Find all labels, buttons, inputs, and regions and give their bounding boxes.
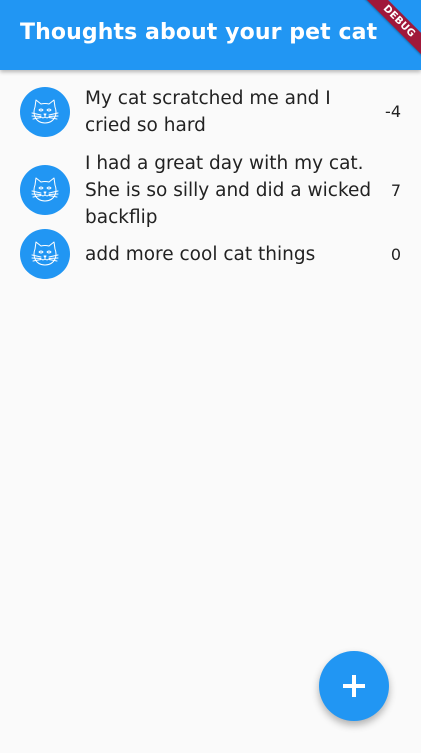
thought-list-item[interactable]: I had a great day with my cat. She is so… xyxy=(0,153,421,228)
plus-icon xyxy=(343,675,365,697)
avatar xyxy=(20,165,70,215)
debug-banner: DEBUG xyxy=(341,0,421,80)
thought-score: 0 xyxy=(390,244,401,264)
cat-face-icon xyxy=(31,241,59,266)
thought-text: add more cool cat things xyxy=(85,243,316,265)
thought-list: My cat scratched me and I cried so hard … xyxy=(0,70,421,281)
avatar xyxy=(20,229,70,279)
thought-text: My cat scratched me and I cried so hard xyxy=(85,87,331,136)
add-thought-button[interactable] xyxy=(319,651,389,721)
thought-text: I had a great day with my cat. She is so… xyxy=(85,152,372,228)
thought-list-item[interactable]: My cat scratched me and I cried so hard … xyxy=(0,70,421,153)
thought-list-item[interactable]: add more cool cat things 0 xyxy=(0,227,421,281)
thought-score: -4 xyxy=(385,102,401,121)
avatar xyxy=(20,86,70,137)
cat-face-icon xyxy=(31,177,59,202)
debug-banner-label: DEBUG xyxy=(361,0,421,60)
thought-score: 7 xyxy=(390,180,401,200)
cat-face-icon xyxy=(31,99,59,123)
app-bar-title: Thoughts about your pet cat xyxy=(20,20,378,45)
